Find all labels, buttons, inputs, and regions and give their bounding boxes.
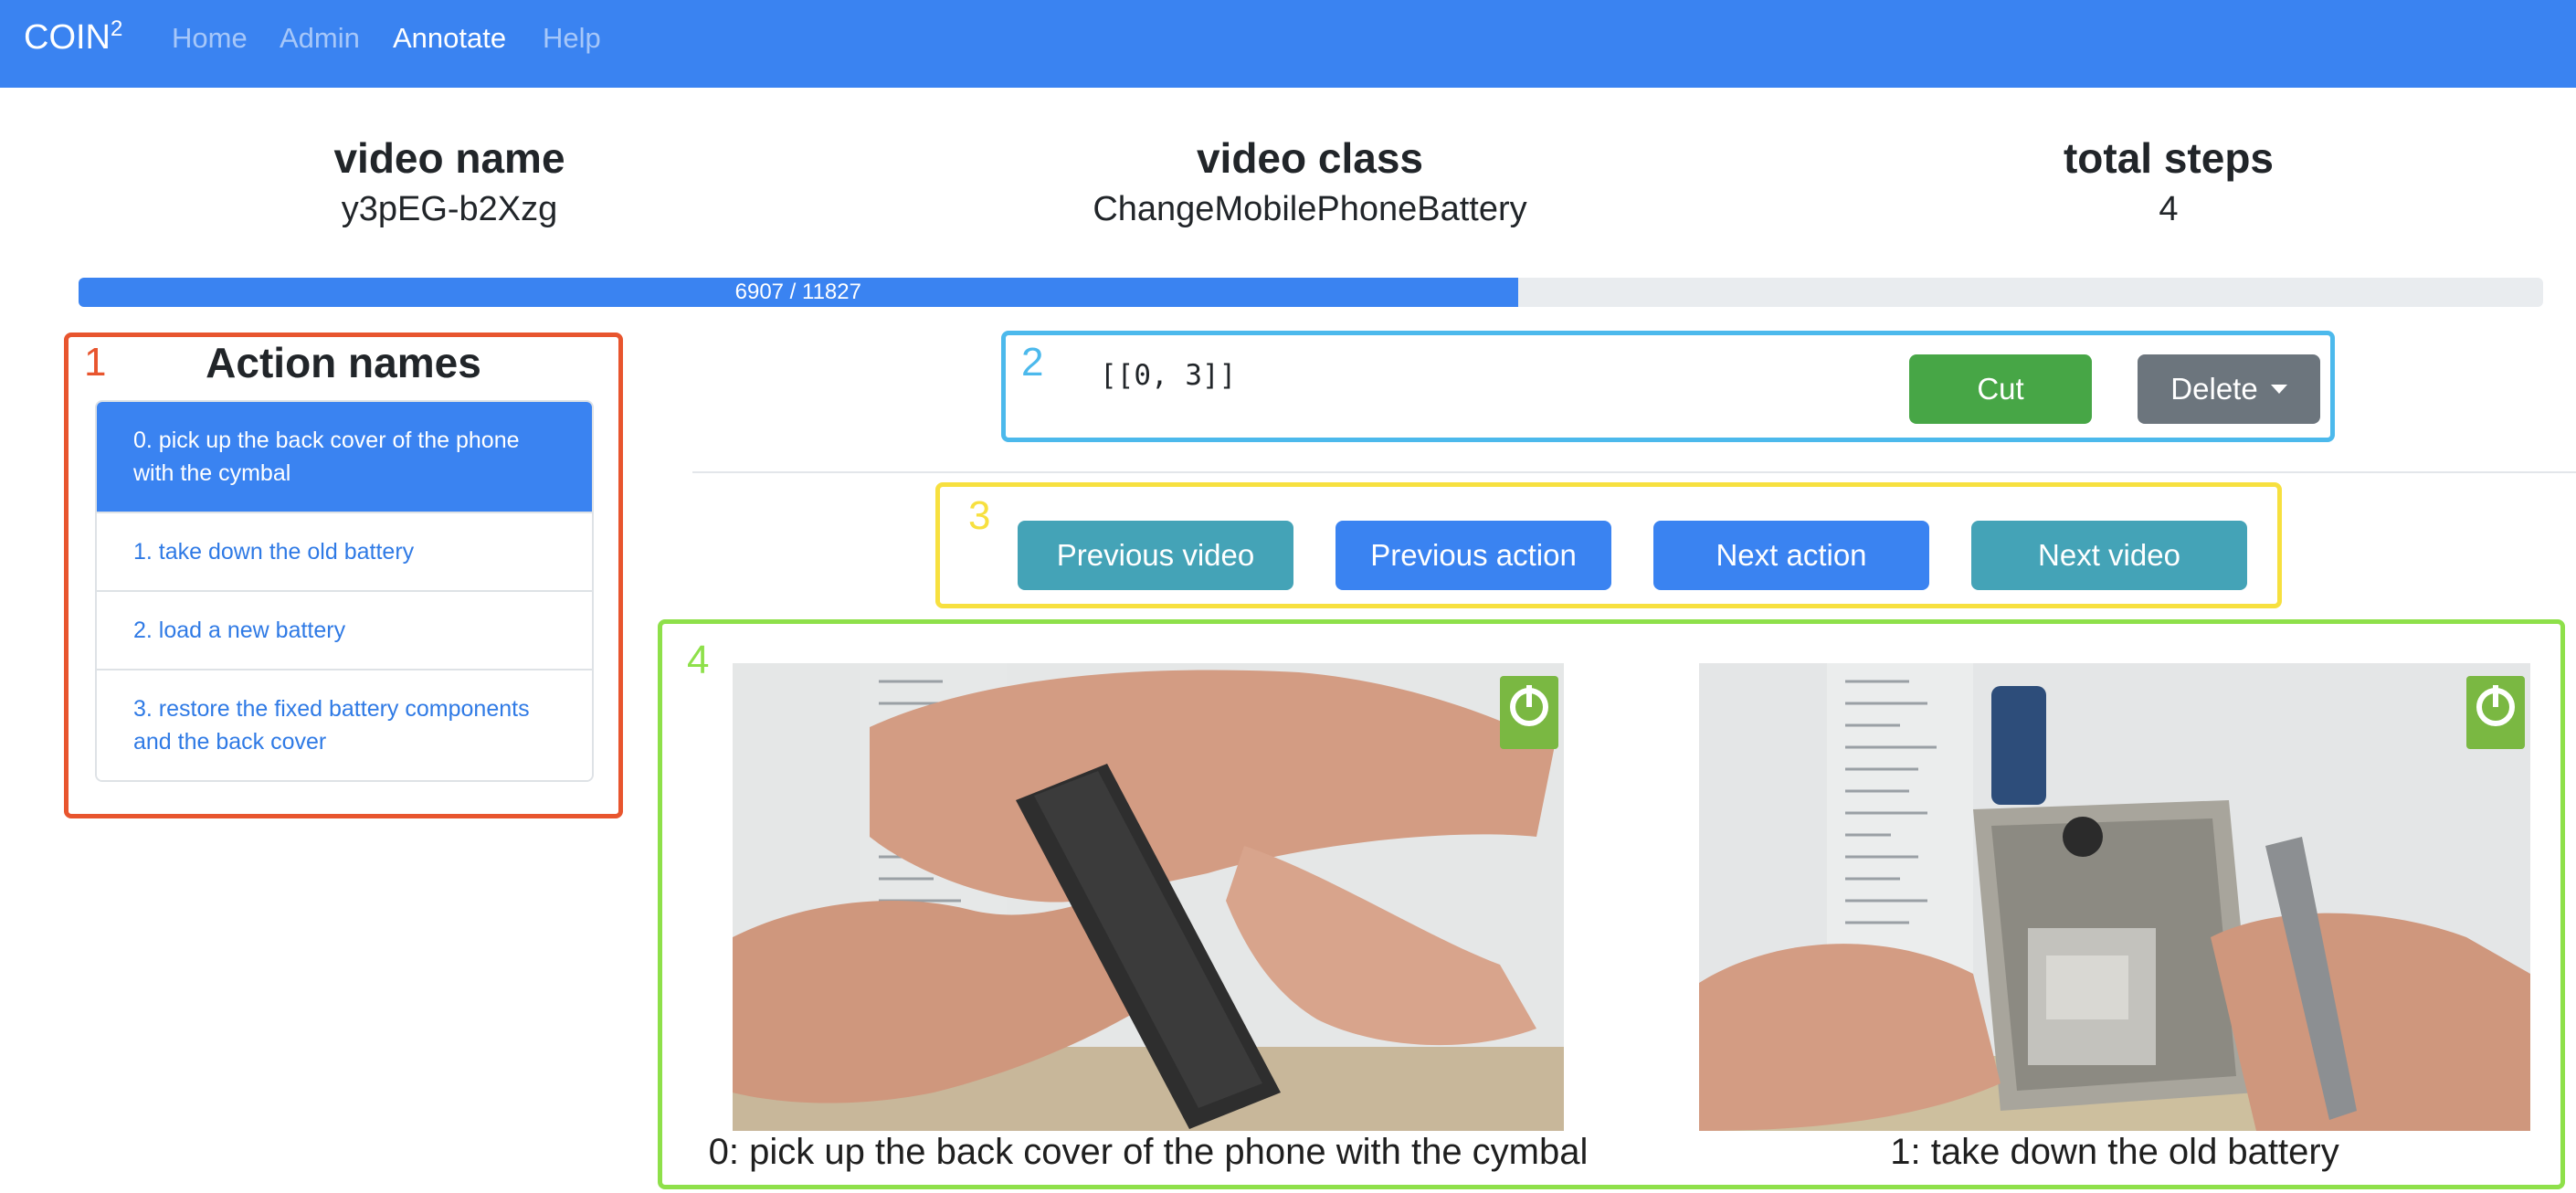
divider [692, 471, 2576, 473]
total-steps-block: total steps 4 [1986, 132, 2351, 232]
progress-bar: 6907 / 11827 [79, 278, 2543, 307]
previous-action-button[interactable]: Previous action [1336, 521, 1611, 590]
caret-down-icon [2270, 385, 2287, 395]
cut-button-label: Cut [1977, 372, 2024, 406]
cut-button[interactable]: Cut [1909, 354, 2092, 424]
action-item-1[interactable]: 1. take down the old battery [97, 512, 592, 590]
video-name-block: video name y3pEG-b2Xzg [267, 132, 632, 232]
next-video-button[interactable]: Next video [1971, 521, 2247, 590]
video-class-value: ChangeMobilePhoneBattery [1093, 190, 1527, 228]
video-thumbnail-0[interactable] [733, 663, 1564, 1131]
total-steps-label: total steps [2063, 134, 2275, 182]
annotation-number-4: 4 [687, 638, 710, 682]
nav-link-annotate[interactable]: Annotate [393, 20, 506, 57]
action-item-2[interactable]: 2. load a new battery [97, 590, 592, 669]
video-class-label: video class [1196, 134, 1424, 182]
video-caption-1: 1: take down the old battery [1890, 1132, 2339, 1172]
brand-superscript: 2 [111, 16, 123, 41]
video-class-block: video class ChangeMobilePhoneBattery [1036, 132, 1584, 232]
next-action-button[interactable]: Next action [1653, 521, 1929, 590]
annotation-number-2: 2 [1021, 340, 1044, 385]
nav-link-help[interactable]: Help [543, 20, 601, 57]
delete-dropdown-button[interactable]: Delete [2138, 354, 2320, 424]
video-thumbnail-1[interactable] [1699, 663, 2530, 1131]
progress-fill: 6907 / 11827 [79, 278, 1518, 307]
action-item-3[interactable]: 3. restore the fixed battery components … [97, 669, 592, 780]
brand-logo[interactable]: COIN2 [24, 15, 122, 65]
video-caption-0: 0: pick up the back cover of the phone w… [708, 1132, 1589, 1172]
video-frame-image-0 [733, 663, 1564, 1131]
brand-name: COIN [24, 18, 111, 57]
annotation-number-3: 3 [968, 493, 991, 538]
video-frame-image-1 [1699, 663, 2530, 1131]
navbar: COIN2 Home Admin Annotate Help [0, 0, 2576, 88]
action-names-title: Action names [206, 339, 481, 386]
total-steps-value: 4 [2159, 190, 2179, 228]
previous-video-button[interactable]: Previous video [1018, 521, 1293, 590]
delete-button-label: Delete [2170, 372, 2258, 406]
action-item-0[interactable]: 0. pick up the back cover of the phone w… [97, 402, 592, 512]
nav-link-home[interactable]: Home [172, 20, 248, 57]
video-name-label: video name [333, 134, 565, 182]
nav-link-admin[interactable]: Admin [280, 20, 360, 57]
segment-value[interactable]: [[0, 3]] [1100, 354, 1236, 396]
action-list: 0. pick up the back cover of the phone w… [95, 400, 594, 782]
video-name-value: y3pEG-b2Xzg [341, 190, 558, 228]
